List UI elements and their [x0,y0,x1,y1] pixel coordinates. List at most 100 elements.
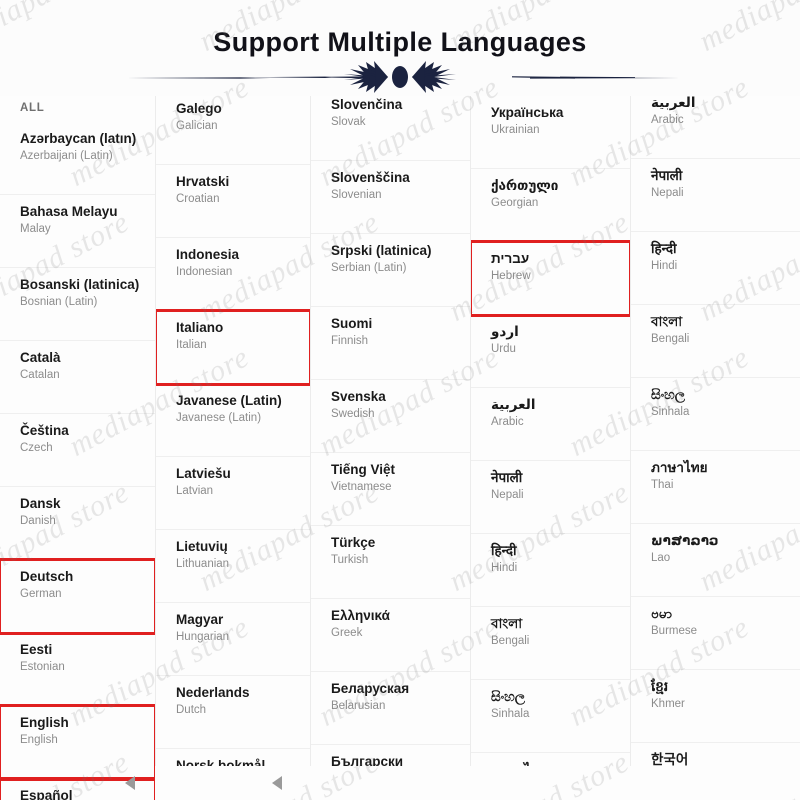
language-item[interactable]: Українська Ukrainian [471,96,630,169]
language-item[interactable]: বাংলা Bengali [471,607,630,680]
language-native-name: Nederlands [176,685,250,700]
language-english-name: Greek [331,627,363,639]
language-item[interactable]: Ελληνικά Greek [311,599,470,672]
language-item[interactable]: Indonesia Indonesian [156,238,310,311]
language-item[interactable]: Türkçe Turkish [311,526,470,599]
language-native-name: Català [20,350,61,365]
language-native-name: Latviešu [176,466,231,481]
language-item[interactable]: ქართული Georgian [471,169,630,242]
language-item[interactable]: Nederlands Dutch [156,676,310,749]
language-english-name: Italian [176,339,207,351]
language-item[interactable]: ພາສາລາວ Lao [631,524,800,597]
language-item[interactable]: Azərbaycan (latın) Azerbaijani (Latin) [0,122,155,195]
language-native-name: Galego [176,101,222,116]
language-english-name: Finnish [331,335,369,347]
language-native-name: English [20,715,69,730]
language-english-name: Slovak [331,116,366,128]
language-column-inner: Slovenčina Slovak Slovenščina Slovenian Srps… [311,96,470,800]
language-native-name: Hrvatski [176,174,230,189]
language-item[interactable]: ខ្មែរ Khmer [631,670,800,743]
language-english-name: Galician [176,120,218,132]
language-item[interactable]: Italiano Italian [156,309,310,386]
language-item[interactable]: Svenska Swedish [311,380,470,453]
language-item[interactable]: हिन्दी Hindi [631,232,800,305]
language-native-name: العربية [651,96,696,110]
language-item[interactable]: Bosanski (latinica) Bosnian (Latin) [0,268,155,341]
language-native-name: Беларуская [331,681,410,696]
language-item[interactable]: Lietuvių Lithuanian [156,530,310,603]
language-english-name: Catalan [20,369,60,381]
language-column-4: Українська Ukrainian ქართული Georgian עברית H… [470,96,630,800]
language-native-name: Tiếng Việt [331,462,396,477]
language-item[interactable]: Latviešu Latvian [156,457,310,530]
language-english-name: Bengali [651,333,690,345]
language-item[interactable]: Javanese (Latin) Javanese (Latin) [156,384,310,457]
language-english-name: Bosnian (Latin) [20,296,98,308]
language-english-name: Dutch [176,704,207,716]
language-item[interactable]: العربية Arabic [471,388,630,461]
language-native-name: Eesti [20,642,53,657]
language-item[interactable]: বাংলা Bengali [631,305,800,378]
language-english-name: Belarusian [331,700,386,712]
language-english-name: English [20,734,58,746]
language-item[interactable]: Eesti Estonian [0,633,155,706]
language-native-name: සිංහල [651,387,686,402]
language-english-name: Thai [651,479,674,491]
language-native-name: Suomi [331,316,373,331]
language-english-name: Azerbaijani (Latin) [20,150,113,162]
language-native-name: Dansk [20,496,61,511]
language-item[interactable]: हिन्दी Hindi [471,534,630,607]
language-english-name: Lithuanian [176,558,230,570]
language-item[interactable]: Hrvatski Croatian [156,165,310,238]
language-english-name: Hindi [491,562,518,574]
language-item[interactable]: नेपाली Nepali [471,461,630,534]
triangle-left-icon[interactable] [125,776,135,790]
language-item[interactable]: ဗမာ Burmese [631,597,800,670]
language-item[interactable]: العربية Arabic [631,96,800,159]
triangle-left-icon[interactable] [272,776,282,790]
language-item[interactable]: עברית Hebrew [471,240,630,317]
language-native-name: اردو [491,324,519,339]
language-item[interactable]: Беларуская Belarusian [311,672,470,745]
language-english-name: Nepali [651,187,684,199]
language-column-inner: العربية Arabic नेपाली Nepali हिन्दी Hindi বাংল… [631,96,800,800]
language-item[interactable]: English English [0,704,155,781]
language-item[interactable]: සිංහල Sinhala [631,378,800,451]
language-item[interactable]: Slovenčina Slovak [311,96,470,161]
language-item[interactable]: Deutsch German [0,558,155,635]
language-item[interactable]: اردو Urdu [471,315,630,388]
language-item[interactable]: Galego Galician [156,96,310,165]
page-header: Support Multiple Languages [0,0,800,96]
language-english-name: Czech [20,442,53,454]
language-item[interactable]: Català Catalan [0,341,155,414]
language-native-name: Magyar [176,612,224,627]
language-native-name: Indonesia [176,247,240,262]
language-native-name: ქართული [491,178,559,193]
language-column-3: Slovenčina Slovak Slovenščina Slovenian Srps… [310,96,470,800]
language-item[interactable]: Tiếng Việt Vietnamese [311,453,470,526]
language-english-name: Khmer [651,698,685,710]
language-native-name: Svenska [331,389,386,404]
language-english-name: Hungarian [176,631,230,643]
language-english-name: Arabic [651,114,684,126]
language-item[interactable]: Dansk Danish [0,487,155,560]
language-item[interactable]: Suomi Finnish [311,307,470,380]
language-item[interactable]: Čeština Czech [0,414,155,487]
language-english-name: Hindi [651,260,678,272]
language-native-name: Bahasa Melayu [20,204,118,219]
language-item[interactable]: नेपाली Nepali [631,159,800,232]
language-english-name: Arabic [491,416,524,428]
language-item[interactable]: සිංහල Sinhala [471,680,630,753]
language-english-name: Ukrainian [491,124,540,136]
language-item[interactable]: Bahasa Melayu Malay [0,195,155,268]
language-item[interactable]: ภาษาไทย Thai [631,451,800,524]
language-native-name: বাংলা [491,616,523,631]
language-item[interactable]: Magyar Hungarian [156,603,310,676]
language-item[interactable]: Srpski (latinica) Serbian (Latin) [311,234,470,307]
language-english-name: Hebrew [491,270,531,282]
language-native-name: Javanese (Latin) [176,393,282,408]
language-english-name: Vietnamese [331,481,392,493]
language-list-panel[interactable]: ALL Azərbaycan (latın) Azerbaijani (Latin)… [0,96,800,800]
language-item[interactable]: Slovenščina Slovenian [311,161,470,234]
language-native-name: Azərbaycan (latın) [20,131,137,146]
